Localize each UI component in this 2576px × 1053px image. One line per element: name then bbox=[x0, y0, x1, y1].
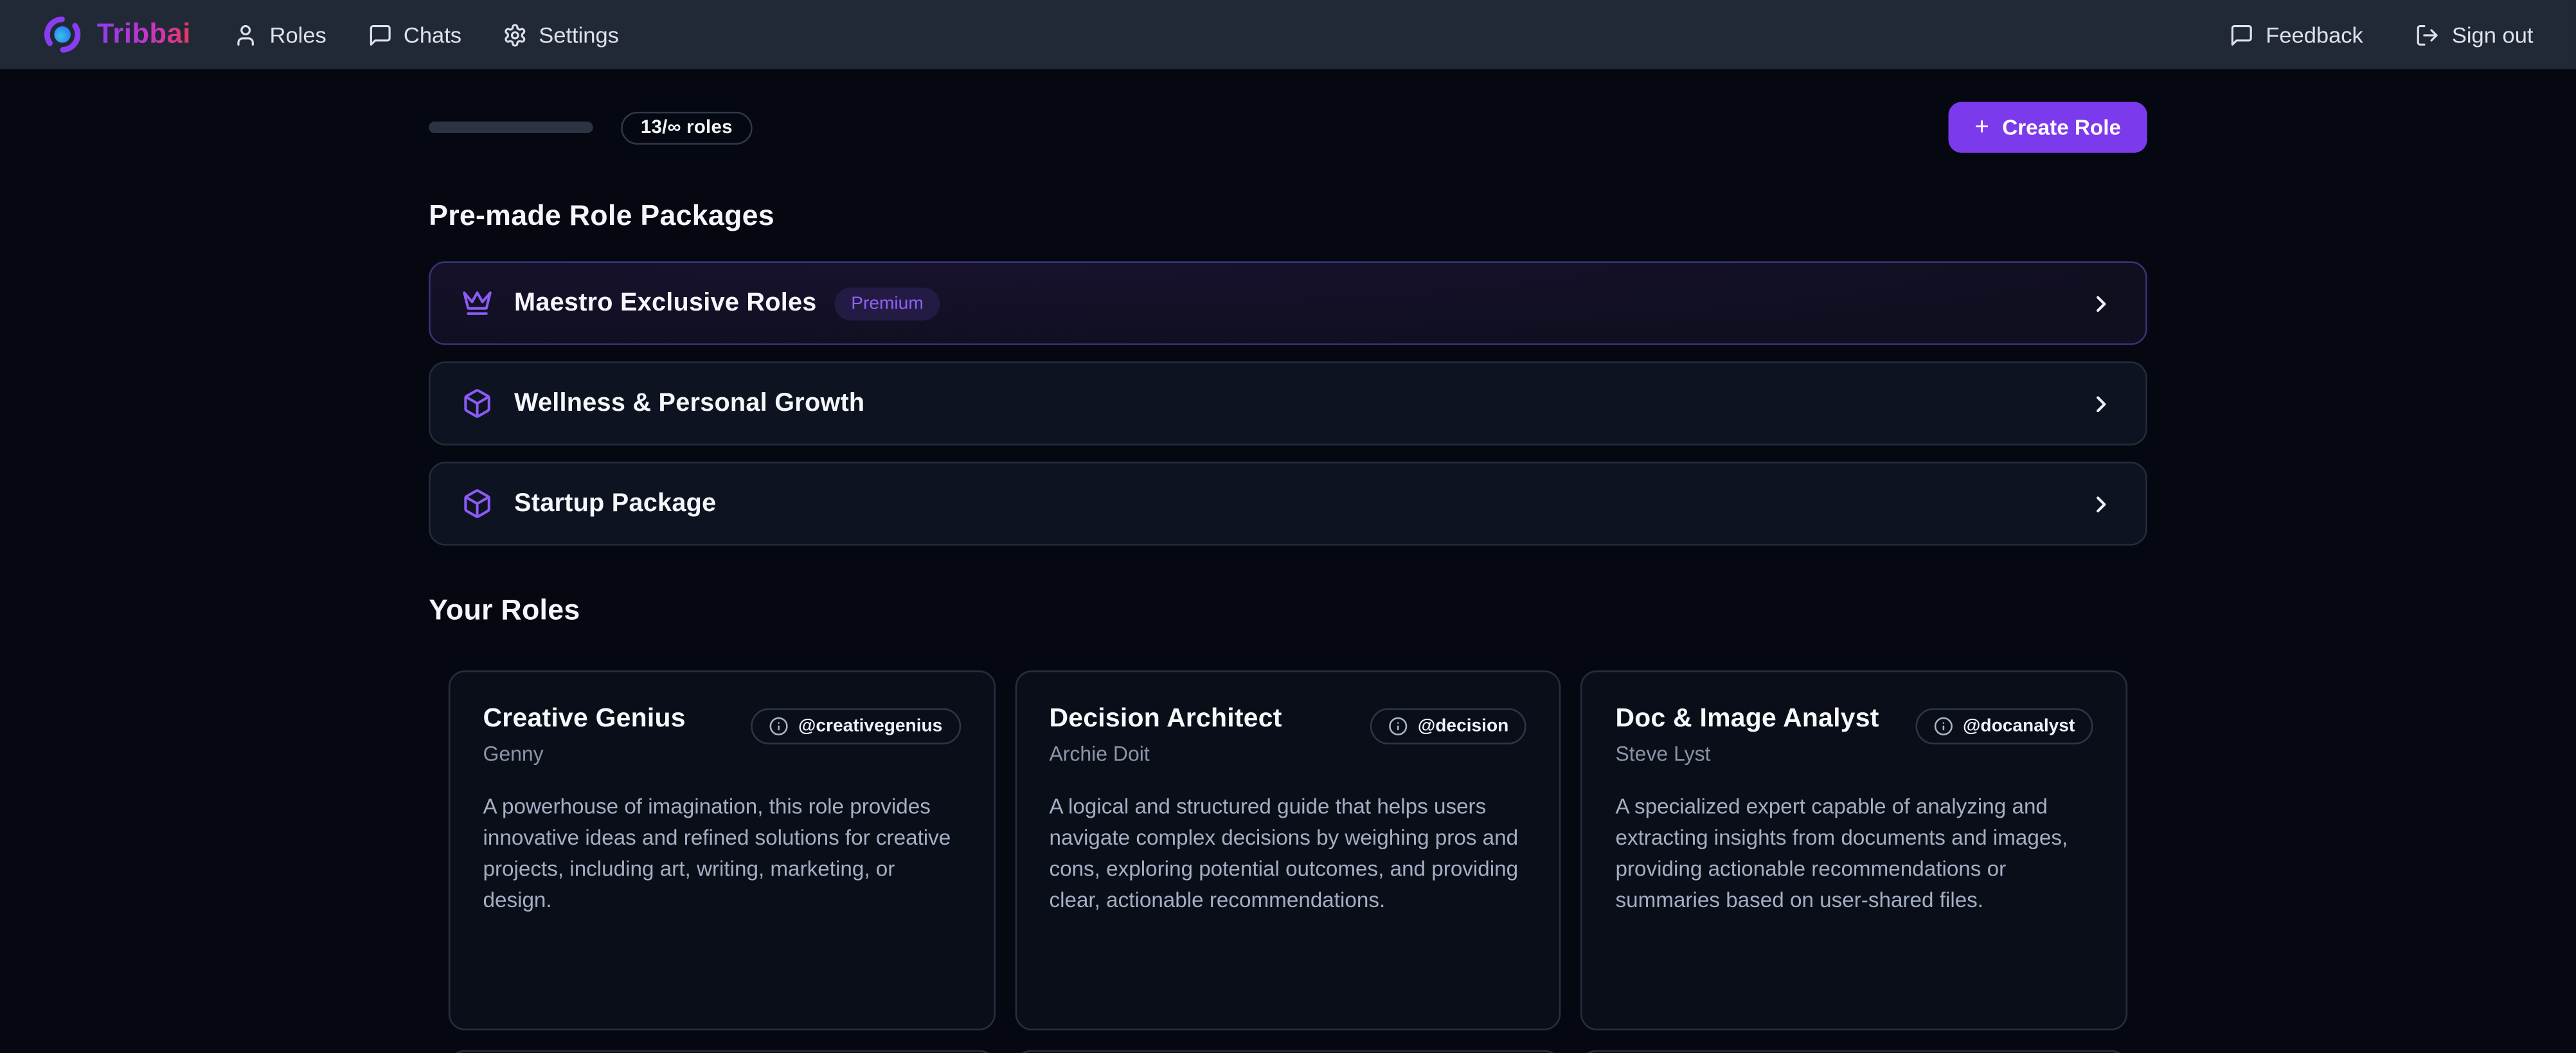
nav-item-chats[interactable]: Chats bbox=[368, 22, 461, 47]
role-handle-badge[interactable]: @decision bbox=[1370, 708, 1527, 744]
nav-label: Sign out bbox=[2452, 22, 2534, 47]
role-handle-badge[interactable]: @creativegenius bbox=[751, 708, 961, 744]
packages-heading: Pre-made Role Packages bbox=[429, 199, 2147, 233]
role-description: A specialized expert capable of analyzin… bbox=[1615, 792, 2093, 917]
chevron-right-icon bbox=[2088, 390, 2115, 417]
package-icon bbox=[461, 388, 493, 419]
roles-progress-bar bbox=[429, 122, 593, 133]
logout-icon bbox=[2416, 22, 2440, 47]
sign-out-button[interactable]: Sign out bbox=[2416, 22, 2534, 47]
roles-meter-row: 13/∞ roles + Create Role bbox=[429, 102, 2147, 152]
plus-icon: + bbox=[1974, 114, 1989, 139]
role-description: A powerhouse of imagination, this role p… bbox=[483, 792, 960, 917]
chat-icon bbox=[368, 22, 392, 47]
secondary-nav: Feedback Sign out bbox=[2230, 22, 2533, 47]
package-title: Startup Package bbox=[514, 489, 716, 518]
primary-nav: Roles Chats bbox=[233, 22, 619, 47]
package-row-startup[interactable]: Startup Package bbox=[429, 462, 2147, 545]
chevron-right-icon bbox=[2088, 491, 2115, 517]
role-handle: @creativegenius bbox=[798, 716, 942, 736]
package-icon bbox=[461, 488, 493, 519]
gear-icon bbox=[503, 22, 527, 47]
role-card-title: Decision Architect bbox=[1049, 705, 1282, 735]
package-row-wellness[interactable]: Wellness & Personal Growth bbox=[429, 361, 2147, 445]
user-icon bbox=[233, 22, 258, 47]
nav-label: Feedback bbox=[2266, 22, 2363, 47]
nav-label: Chats bbox=[404, 22, 461, 47]
create-role-label: Create Role bbox=[2002, 115, 2121, 140]
role-card-title: Creative Genius bbox=[483, 705, 685, 735]
crown-icon bbox=[461, 287, 493, 319]
chevron-right-icon bbox=[2088, 290, 2115, 316]
main-content: 13/∞ roles + Create Role Pre-made Role P… bbox=[429, 102, 2147, 1053]
nav-label: Roles bbox=[270, 22, 326, 47]
role-card-subtitle: Genny bbox=[483, 742, 685, 766]
create-role-button[interactable]: + Create Role bbox=[1948, 102, 2147, 152]
role-cards-grid-partial bbox=[429, 1050, 2147, 1053]
roles-count-badge: 13/∞ roles bbox=[621, 111, 752, 144]
role-card[interactable] bbox=[1015, 1050, 1561, 1053]
top-navbar: Tribbai Roles bbox=[0, 0, 2576, 69]
tribbai-logo-icon bbox=[42, 15, 82, 54]
role-cards-grid: Creative Genius Genny @creativegenius A … bbox=[429, 670, 2147, 1030]
brand-logo[interactable]: Tribbai bbox=[42, 15, 190, 54]
role-card[interactable] bbox=[1581, 1050, 2127, 1053]
feedback-button[interactable]: Feedback bbox=[2230, 22, 2363, 47]
role-card-doc-image-analyst[interactable]: Doc & Image Analyst Steve Lyst @docanaly… bbox=[1581, 670, 2127, 1030]
role-card-subtitle: Archie Doit bbox=[1049, 742, 1282, 766]
nav-label: Settings bbox=[539, 22, 619, 47]
role-card-decision-architect[interactable]: Decision Architect Archie Doit @decision… bbox=[1015, 670, 1561, 1030]
role-handle-badge[interactable]: @docanalyst bbox=[1915, 708, 2093, 744]
nav-item-roles[interactable]: Roles bbox=[233, 22, 326, 47]
chat-icon bbox=[2230, 22, 2254, 47]
role-handle: @decision bbox=[1418, 716, 1509, 736]
role-handle: @docanalyst bbox=[1963, 716, 2075, 736]
nav-item-settings[interactable]: Settings bbox=[503, 22, 619, 47]
role-card[interactable] bbox=[449, 1050, 995, 1053]
role-description: A logical and structured guide that help… bbox=[1049, 792, 1526, 917]
premium-badge: Premium bbox=[835, 287, 940, 320]
info-icon bbox=[1388, 716, 1408, 736]
app-root: Tribbai Roles bbox=[0, 0, 2576, 1053]
package-list: Maestro Exclusive Roles Premium Wellness… bbox=[429, 261, 2147, 545]
info-icon bbox=[1933, 716, 1953, 736]
package-title: Wellness & Personal Growth bbox=[514, 389, 864, 419]
info-icon bbox=[769, 716, 789, 736]
package-row-maestro[interactable]: Maestro Exclusive Roles Premium bbox=[429, 261, 2147, 345]
role-card-subtitle: Steve Lyst bbox=[1615, 742, 1879, 766]
your-roles-heading: Your Roles bbox=[429, 593, 2147, 628]
package-title: Maestro Exclusive Roles bbox=[514, 289, 817, 318]
brand-name: Tribbai bbox=[97, 18, 191, 51]
role-card-title: Doc & Image Analyst bbox=[1615, 705, 1879, 735]
role-card-creative-genius[interactable]: Creative Genius Genny @creativegenius A … bbox=[449, 670, 995, 1030]
